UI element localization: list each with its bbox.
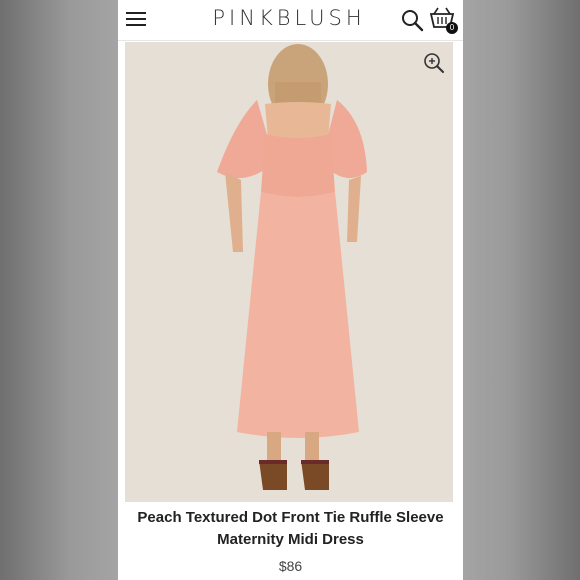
search-icon[interactable] xyxy=(400,8,424,32)
zoom-in-icon[interactable] xyxy=(423,52,445,74)
cart-count-badge: 0 xyxy=(446,22,458,34)
shopping-cart-icon[interactable]: 0 xyxy=(429,6,459,34)
site-header: PINKBLUSH 0 xyxy=(118,0,463,41)
product-price: $86 xyxy=(278,558,303,574)
product-image[interactable] xyxy=(125,42,453,502)
blurred-background-right xyxy=(462,0,580,580)
site-logo[interactable]: PINKBLUSH xyxy=(198,5,380,31)
hamburger-menu-icon[interactable] xyxy=(126,10,146,28)
product-title-line-1: Peach Textured Dot Front Tie Ruffle Slee… xyxy=(137,509,444,526)
product-title: Peach Textured Dot Front Tie Ruffle Slee… xyxy=(118,507,463,551)
product-title-line-2: Maternity Midi Dress xyxy=(217,531,364,548)
blurred-background-left xyxy=(0,0,118,580)
product-page: PINKBLUSH 0 Peach Textured Dot Front Tie… xyxy=(118,0,463,580)
